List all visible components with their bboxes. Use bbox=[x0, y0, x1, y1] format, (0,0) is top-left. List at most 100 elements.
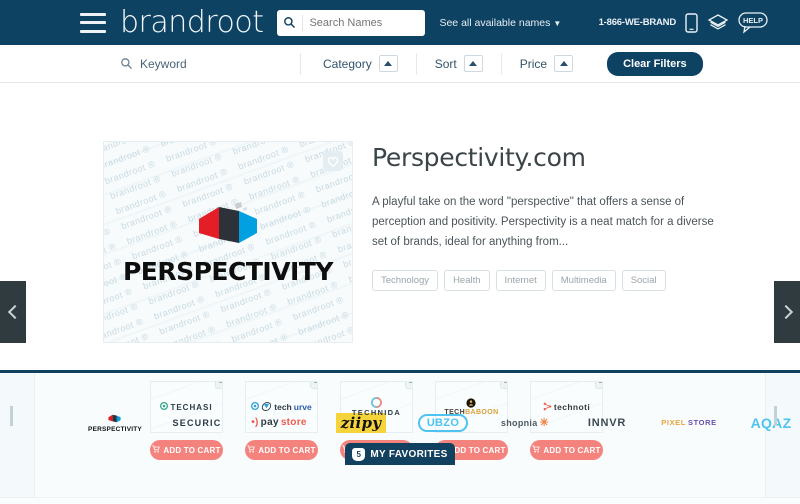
brand-tag[interactable]: Social bbox=[621, 270, 666, 292]
thumbnail-label-part: store bbox=[280, 417, 307, 428]
favorite-label-part: tech bbox=[274, 402, 292, 412]
search-icon bbox=[121, 58, 132, 69]
thumbnail-mark: shopnia ✳ bbox=[501, 416, 549, 429]
clear-filters-button[interactable]: Clear Filters bbox=[607, 51, 703, 76]
brand-description: A playful take on the word "perspective"… bbox=[372, 196, 714, 249]
my-favorites-tab[interactable]: 5 MY FAVORITES bbox=[345, 443, 455, 465]
add-to-cart-label: ADD TO CART bbox=[543, 445, 601, 455]
brand-tag[interactable]: Internet bbox=[495, 270, 546, 292]
perspectivity-cube-icon bbox=[197, 199, 259, 251]
remove-favorite-minus-icon[interactable] bbox=[215, 382, 222, 389]
price-label: Price bbox=[519, 56, 548, 71]
add-to-cart-button[interactable]: ADD TO CART bbox=[150, 440, 223, 460]
brand-logo-graphic: PERSPECTIVITY bbox=[104, 142, 352, 342]
favorite-label: TECHNIDA bbox=[351, 408, 402, 417]
favorite-label: TECHBABOON bbox=[444, 409, 498, 416]
thumbnail-label: INNVR bbox=[587, 416, 627, 429]
thumbnail-mark: PERSPECTIVITY bbox=[88, 413, 142, 433]
cart-icon bbox=[532, 445, 541, 455]
favorite-label: TECHASI bbox=[170, 402, 213, 412]
help-label: HELP bbox=[743, 16, 763, 25]
search-divider bbox=[302, 14, 304, 31]
carousel-prev-button[interactable] bbox=[0, 281, 26, 343]
brand-logo[interactable]: brandroot bbox=[120, 7, 264, 38]
chevron-up-icon bbox=[554, 55, 574, 72]
favorites-tray: TECHASI ADD TO CART tech urve ADD TO CART TEC… bbox=[0, 373, 800, 497]
favorites-prev-button[interactable] bbox=[10, 406, 26, 426]
help-bubble-icon[interactable]: HELP bbox=[738, 11, 768, 34]
brand-logo-card[interactable]: brandroot ® brandroot ® brandroot ® brandro… bbox=[103, 141, 353, 343]
header-search[interactable] bbox=[277, 9, 426, 36]
thumbnail-mark: INNVR bbox=[588, 417, 626, 429]
circle-mark-icon bbox=[160, 402, 169, 412]
thumbnail-label: SECURIC bbox=[172, 417, 222, 428]
favorites-next-button[interactable] bbox=[774, 406, 790, 426]
chevron-up-icon bbox=[463, 55, 483, 72]
site-header: brandroot See all available names▼ 1-866… bbox=[0, 0, 800, 45]
thumbnail-mark: PIXEL STORE bbox=[661, 418, 716, 427]
chevron-up-icon bbox=[378, 55, 398, 72]
favorite-label-part: TECH bbox=[444, 409, 466, 416]
favorite-label: technoti bbox=[553, 402, 591, 412]
search-input[interactable] bbox=[309, 16, 420, 29]
ring-mark-icon bbox=[370, 397, 383, 408]
my-favorites-label: MY FAVORITES bbox=[370, 448, 448, 460]
thumbnail-mark: UBZO bbox=[417, 413, 469, 432]
thumbnail-mark: SECURIC bbox=[173, 418, 222, 428]
keyword-label: Keyword bbox=[140, 56, 187, 71]
brand-title: Perspectivity.com bbox=[372, 143, 586, 172]
add-to-cart-button[interactable]: ADD TO CART bbox=[245, 440, 318, 460]
star-icon: ✳ bbox=[539, 417, 550, 429]
price-filter[interactable]: Price bbox=[502, 55, 591, 72]
see-all-names-link[interactable]: See all available names ▼ bbox=[439, 17, 561, 29]
brand-tags: Technology Health Internet Multimedia Social bbox=[372, 270, 732, 292]
favorites-count-badge: 5 bbox=[352, 447, 366, 461]
favorite-mark: tech urve bbox=[251, 401, 312, 414]
thumbnail-mark: •) pay store bbox=[251, 417, 307, 428]
perspectivity-cube-icon bbox=[108, 413, 122, 426]
header-right-group: 1-866-WE-BRAND HELP bbox=[599, 11, 786, 34]
favorites-footer: Share My Favorites Clear Favorites bbox=[0, 497, 800, 504]
favorite-mark: TECHNIDA bbox=[352, 397, 401, 417]
favorite-label-part: urve bbox=[293, 402, 312, 412]
favorite-heart-icon[interactable] bbox=[323, 151, 343, 171]
see-all-names-label: See all available names bbox=[439, 16, 551, 29]
search-icon bbox=[284, 17, 296, 29]
circle-mark-icon bbox=[251, 402, 260, 412]
brand-wordmark: PERSPECTIVITY bbox=[122, 256, 334, 286]
chevron-down-icon: ▼ bbox=[553, 18, 562, 28]
remove-favorite-minus-icon[interactable] bbox=[595, 382, 602, 389]
category-filter[interactable]: Category bbox=[301, 55, 416, 72]
thumbnail-label: shopnia bbox=[500, 417, 538, 428]
brandroot-page: brandroot See all available names▼ 1-866… bbox=[0, 0, 800, 504]
remove-favorite-minus-icon[interactable] bbox=[405, 382, 412, 389]
add-to-cart-label: ADD TO CART bbox=[258, 445, 316, 455]
node-mark-icon bbox=[543, 402, 552, 413]
add-to-cart-label: ADD TO CART bbox=[163, 445, 221, 455]
cards-stack-icon[interactable] bbox=[707, 13, 729, 33]
thumbnail-label-part: PIXEL bbox=[661, 418, 686, 427]
brand-tag[interactable]: Multimedia bbox=[551, 270, 616, 292]
category-label: Category bbox=[323, 56, 372, 71]
add-to-cart-button[interactable]: ADD TO CART bbox=[530, 440, 603, 460]
thumbnail-label-part: STORE bbox=[687, 418, 717, 427]
carousel-next-button[interactable] bbox=[774, 281, 800, 343]
brand-tag[interactable]: Technology bbox=[372, 270, 439, 292]
brand-tag[interactable]: Health bbox=[444, 270, 490, 292]
keyword-filter[interactable]: Keyword bbox=[120, 57, 300, 71]
thumbnail-label: PERSPECTIVITY bbox=[88, 425, 142, 433]
add-to-cart-label: ADD TO CART bbox=[448, 445, 506, 455]
brand-detail-panel: brandroot ® brandroot ® brandroot ® brandro… bbox=[0, 83, 800, 465]
mobile-phone-icon[interactable] bbox=[685, 12, 698, 33]
baboon-coin-icon bbox=[466, 398, 477, 408]
filter-bar: Keyword Category Sort Price Clear Filter… bbox=[0, 45, 800, 83]
sort-label: Sort bbox=[434, 56, 457, 71]
paystore-mark-icon: •) bbox=[251, 417, 259, 428]
remove-favorite-minus-icon[interactable] bbox=[500, 382, 507, 389]
remove-favorite-minus-icon[interactable] bbox=[310, 382, 317, 389]
favorite-mark: TECHBABOON bbox=[444, 398, 498, 416]
phone-number[interactable]: 1-866-WE-BRAND bbox=[599, 17, 677, 28]
sort-filter[interactable]: Sort bbox=[417, 55, 501, 72]
favorite-mark: technoti bbox=[543, 402, 590, 413]
hamburger-menu-icon[interactable] bbox=[80, 12, 106, 33]
